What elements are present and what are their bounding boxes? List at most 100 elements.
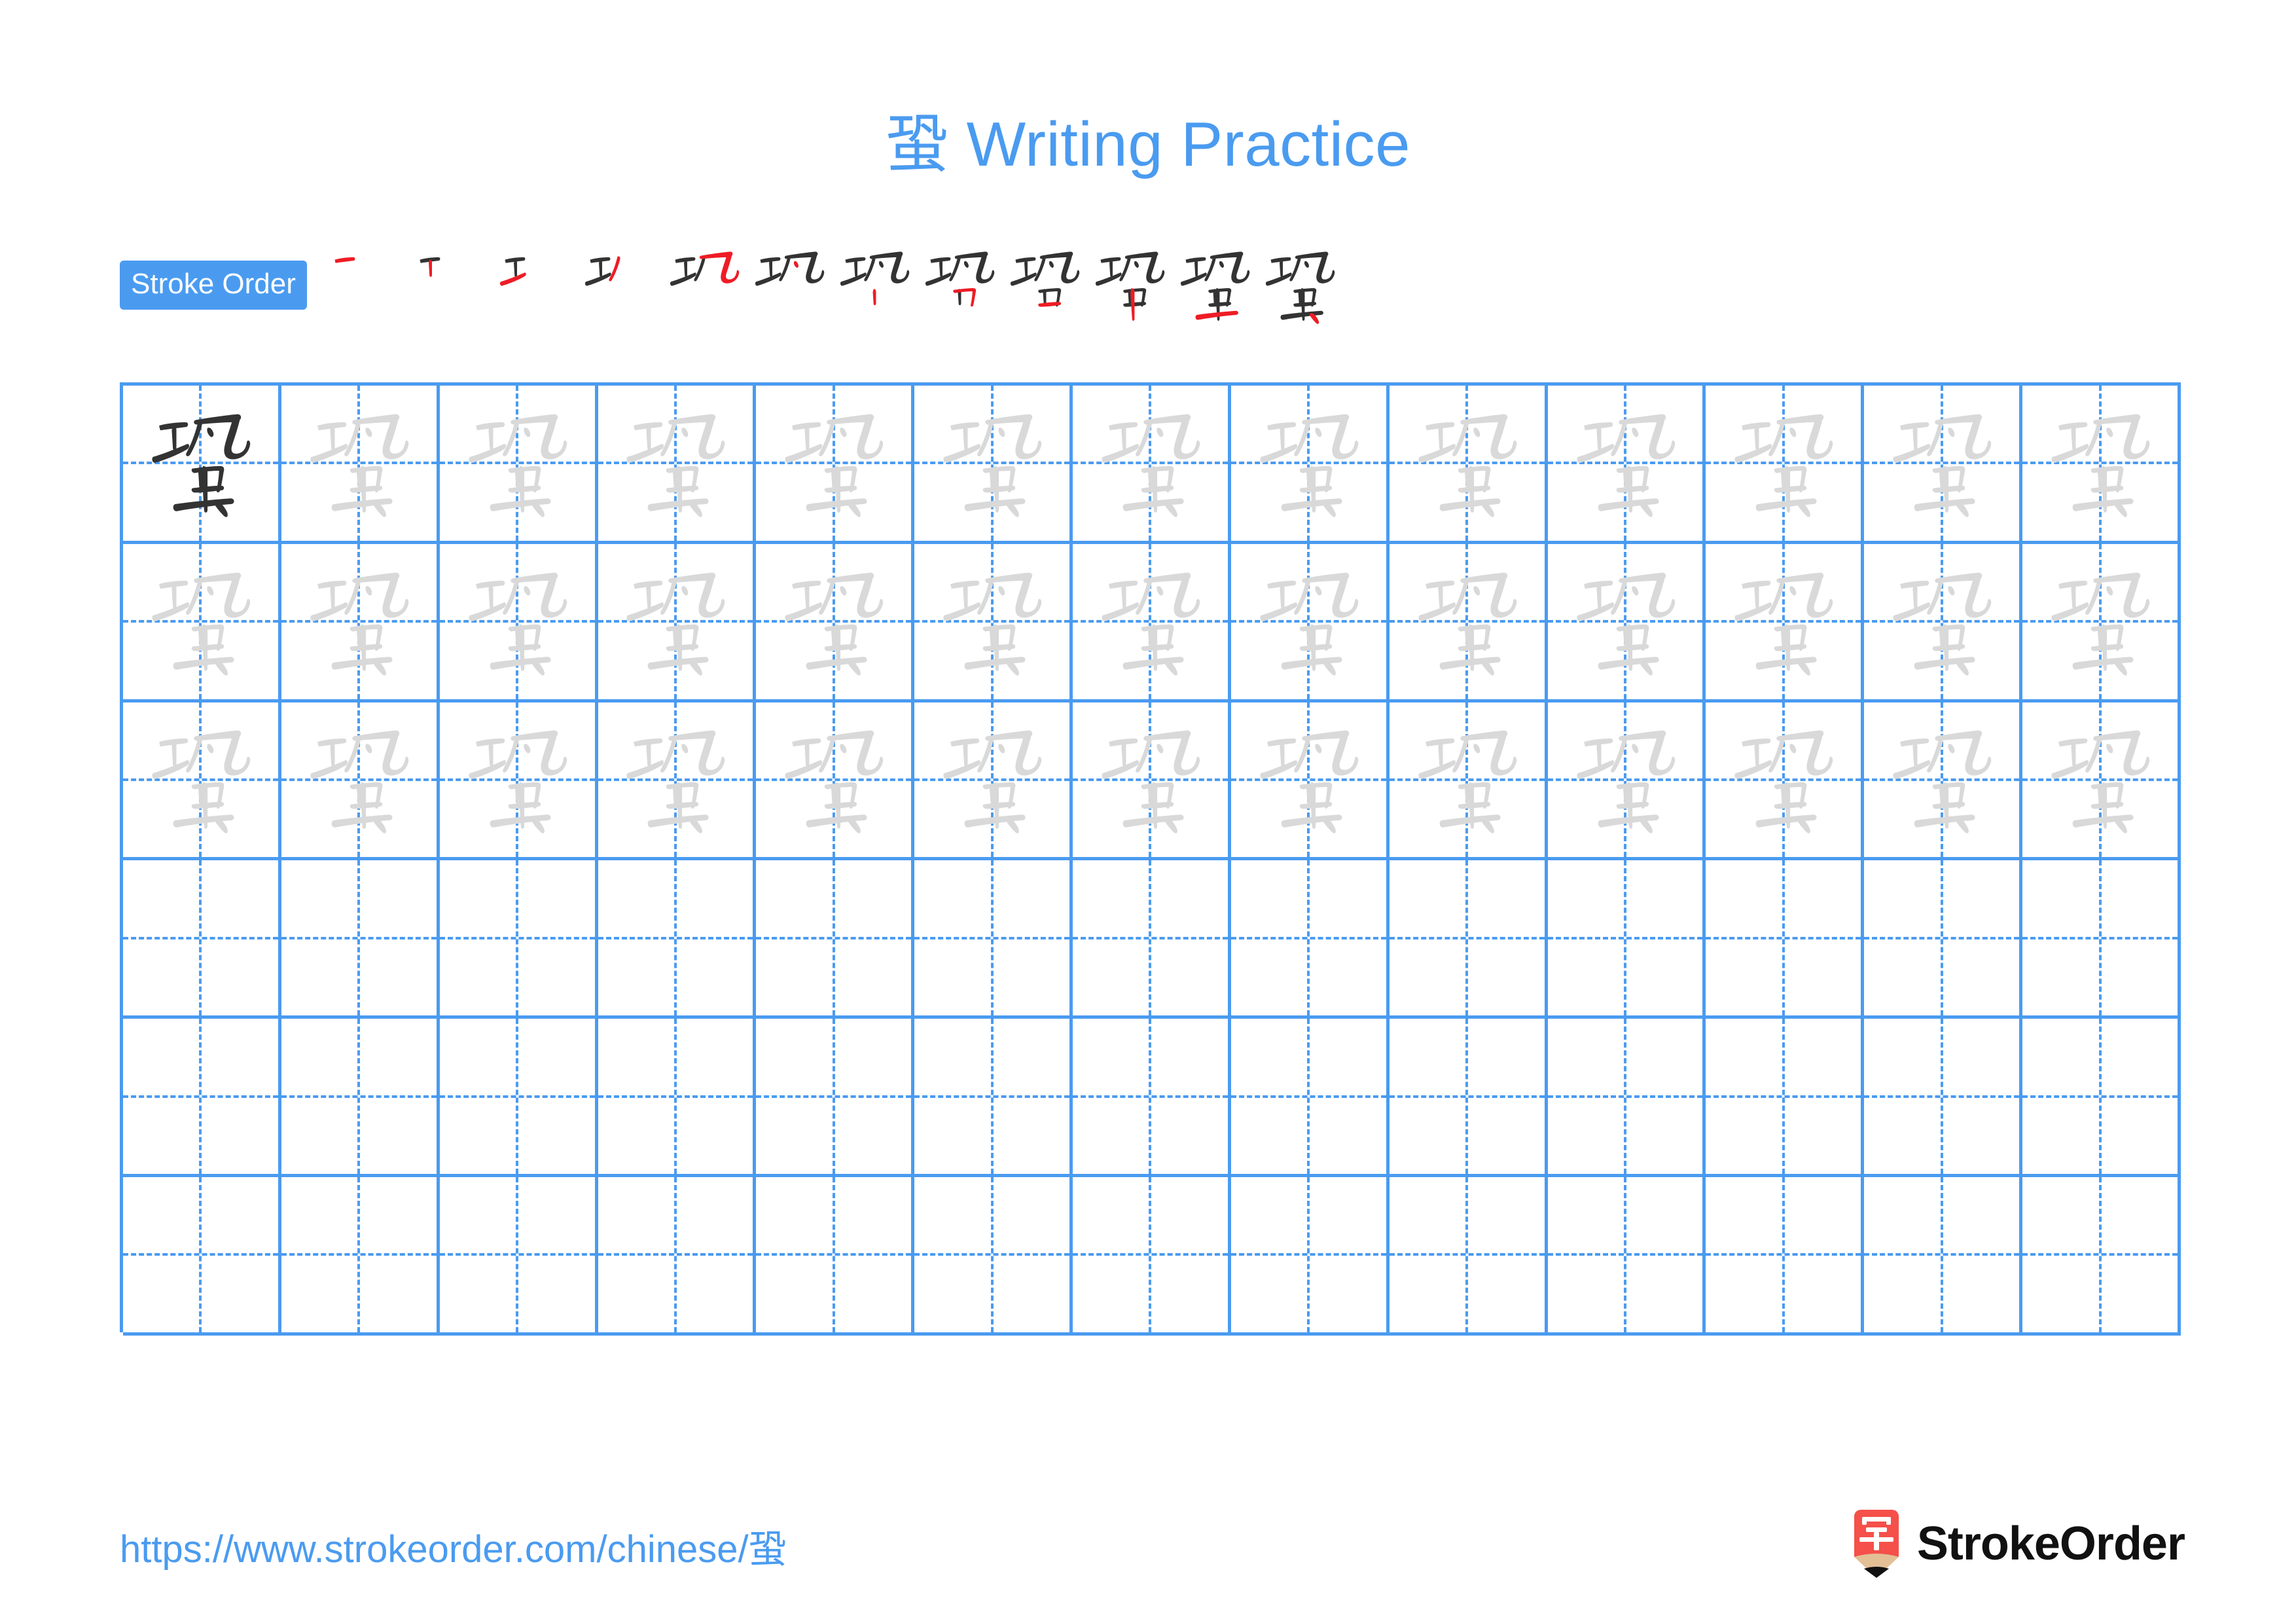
practice-cell-empty[interactable]	[2022, 860, 2181, 1019]
practice-cell-empty[interactable]	[914, 1019, 1073, 1177]
stroke-step-12	[1257, 244, 1342, 329]
practice-cell-empty[interactable]	[1547, 1176, 1706, 1336]
practice-cell-trace[interactable]	[914, 702, 1073, 861]
practice-cell-trace[interactable]	[281, 702, 440, 861]
practice-cell-empty[interactable]	[281, 1019, 440, 1177]
practice-cell-empty[interactable]	[1547, 1019, 1706, 1177]
practice-cell-empty[interactable]	[439, 1176, 598, 1336]
practice-cell-trace[interactable]	[1547, 702, 1706, 861]
trace-character-glyph	[1073, 702, 1228, 858]
practice-grid-row	[123, 543, 2181, 702]
practice-cell-trace[interactable]	[1073, 386, 1231, 544]
practice-cell-trace[interactable]	[756, 386, 915, 544]
stroke-order-badge: Stroke Order	[120, 261, 307, 310]
practice-cell-trace[interactable]	[598, 386, 757, 544]
practice-cell-empty[interactable]	[2022, 1176, 2181, 1336]
practice-cell-trace[interactable]	[598, 702, 757, 861]
practice-cell-empty[interactable]	[1864, 1176, 2023, 1336]
model-character-glyph	[123, 386, 278, 541]
practice-cell-trace[interactable]	[1706, 386, 1865, 544]
practice-cell-empty[interactable]	[1230, 860, 1390, 1019]
practice-grid-row	[123, 860, 2181, 1019]
practice-cell-trace[interactable]	[1073, 543, 1231, 702]
practice-cell-empty[interactable]	[281, 860, 440, 1019]
practice-cell-trace[interactable]	[439, 702, 598, 861]
practice-cell-empty[interactable]	[123, 1176, 281, 1336]
practice-cell-trace[interactable]	[914, 543, 1073, 702]
practice-cell-empty[interactable]	[1389, 860, 1548, 1019]
practice-cell-trace[interactable]	[2022, 702, 2181, 861]
practice-cell-trace[interactable]	[1389, 702, 1548, 861]
practice-cell-empty[interactable]	[439, 860, 598, 1019]
practice-cell-empty[interactable]	[756, 860, 915, 1019]
practice-cell-empty[interactable]	[914, 860, 1073, 1019]
practice-cell-empty[interactable]	[1864, 1019, 2023, 1177]
trace-character-glyph	[2022, 702, 2178, 858]
practice-cell-trace[interactable]	[1389, 543, 1548, 702]
practice-cell-trace[interactable]	[1547, 386, 1706, 544]
practice-cell-trace[interactable]	[439, 543, 598, 702]
practice-cell-trace[interactable]	[1547, 543, 1706, 702]
trace-character-glyph	[598, 544, 753, 699]
trace-character-glyph	[1548, 702, 1703, 858]
practice-cell-trace[interactable]	[1073, 702, 1231, 861]
stroke-step-3	[492, 244, 577, 329]
practice-cell-empty[interactable]	[1706, 860, 1865, 1019]
trace-character-glyph	[1231, 386, 1386, 541]
practice-cell-empty[interactable]	[1706, 1019, 1865, 1177]
practice-cell-empty[interactable]	[281, 1176, 440, 1336]
practice-cell-empty[interactable]	[1073, 860, 1231, 1019]
practice-cell-empty[interactable]	[1073, 1019, 1231, 1177]
practice-cell-trace[interactable]	[756, 702, 915, 861]
trace-character-glyph	[123, 544, 278, 699]
trace-character-glyph	[2022, 386, 2178, 541]
practice-cell-empty[interactable]	[1547, 860, 1706, 1019]
practice-cell-trace[interactable]	[123, 702, 281, 861]
trace-character-glyph	[914, 386, 1069, 541]
practice-cell-empty[interactable]	[2022, 1019, 2181, 1177]
practice-cell-empty[interactable]	[756, 1176, 915, 1336]
practice-cell-trace[interactable]	[756, 543, 915, 702]
practice-cell-trace[interactable]	[1230, 702, 1390, 861]
practice-cell-empty[interactable]	[1706, 1176, 1865, 1336]
practice-cell-empty[interactable]	[123, 1019, 281, 1177]
practice-cell-trace[interactable]	[2022, 386, 2181, 544]
practice-cell-empty[interactable]	[1230, 1176, 1390, 1336]
practice-cell-trace[interactable]	[1864, 386, 2023, 544]
practice-cell-empty[interactable]	[1073, 1176, 1231, 1336]
practice-cell-trace[interactable]	[1389, 386, 1548, 544]
practice-cell-empty[interactable]	[1864, 860, 2023, 1019]
practice-cell-empty[interactable]	[756, 1019, 915, 1177]
practice-cell-trace[interactable]	[914, 386, 1073, 544]
practice-cell-trace[interactable]	[1230, 386, 1390, 544]
practice-cell-trace[interactable]	[281, 386, 440, 544]
trace-character-glyph	[123, 702, 278, 858]
stroke-step-11	[1172, 244, 1257, 329]
trace-character-glyph	[1864, 702, 2019, 858]
practice-cell-trace[interactable]	[1230, 543, 1390, 702]
trace-character-glyph	[1864, 544, 2019, 699]
practice-cell-empty[interactable]	[439, 1019, 598, 1177]
practice-cell-trace[interactable]	[2022, 543, 2181, 702]
practice-cell-empty[interactable]	[598, 860, 757, 1019]
trace-character-glyph	[1390, 544, 1545, 699]
practice-cell-empty[interactable]	[598, 1019, 757, 1177]
practice-cell-trace[interactable]	[439, 386, 598, 544]
practice-cell-trace[interactable]	[1706, 543, 1865, 702]
practice-cell-trace[interactable]	[281, 543, 440, 702]
practice-cell-empty[interactable]	[1230, 1019, 1390, 1177]
footer-url[interactable]: https://www.strokeorder.com/chinese/蛩	[120, 1527, 787, 1573]
practice-cell-model[interactable]	[123, 386, 281, 544]
practice-cell-empty[interactable]	[914, 1176, 1073, 1336]
trace-character-glyph	[598, 386, 753, 541]
practice-cell-empty[interactable]	[1389, 1176, 1548, 1336]
practice-cell-trace[interactable]	[1706, 702, 1865, 861]
practice-cell-trace[interactable]	[1864, 702, 2023, 861]
practice-cell-trace[interactable]	[1864, 543, 2023, 702]
practice-cell-trace[interactable]	[123, 543, 281, 702]
practice-cell-empty[interactable]	[1389, 1019, 1548, 1177]
practice-cell-empty[interactable]	[598, 1176, 757, 1336]
practice-cell-trace[interactable]	[598, 543, 757, 702]
practice-cell-empty[interactable]	[123, 860, 281, 1019]
trace-character-glyph	[1231, 702, 1386, 858]
